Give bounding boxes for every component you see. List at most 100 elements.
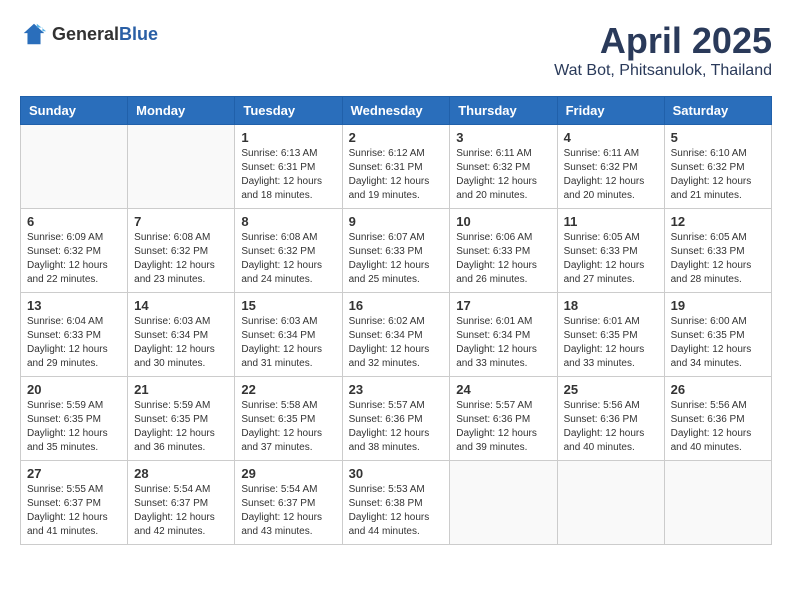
day-info: Sunrise: 5:54 AM Sunset: 6:37 PM Dayligh… xyxy=(241,483,335,539)
day-info: Sunrise: 6:01 AM Sunset: 6:35 PM Dayligh… xyxy=(564,315,658,371)
day-info: Sunrise: 6:05 AM Sunset: 6:33 PM Dayligh… xyxy=(564,231,658,287)
day-number: 8 xyxy=(241,214,335,229)
calendar-cell: 5 Sunrise: 6:10 AM Sunset: 6:32 PM Daylig… xyxy=(664,125,771,209)
logo-blue: Blue xyxy=(119,24,158,44)
calendar-cell: 20 Sunrise: 5:59 AM Sunset: 6:35 PM Dayli… xyxy=(21,377,128,461)
calendar-cell xyxy=(450,461,557,545)
day-number: 22 xyxy=(241,382,335,397)
page-header: GeneralBlue April 2025 Wat Bot, Phitsanu… xyxy=(20,20,772,80)
day-number: 12 xyxy=(671,214,765,229)
calendar-cell: 30 Sunrise: 5:53 AM Sunset: 6:38 PM Dayli… xyxy=(342,461,450,545)
title-area: April 2025 Wat Bot, Phitsanulok, Thailan… xyxy=(554,20,772,80)
calendar-cell xyxy=(21,125,128,209)
day-info: Sunrise: 6:12 AM Sunset: 6:31 PM Dayligh… xyxy=(349,147,444,203)
day-info: Sunrise: 6:02 AM Sunset: 6:34 PM Dayligh… xyxy=(349,315,444,371)
calendar-cell: 16 Sunrise: 6:02 AM Sunset: 6:34 PM Dayli… xyxy=(342,293,450,377)
calendar-cell: 15Sunrise: 6:03 AM Sunset: 6:34 PM Dayli… xyxy=(235,293,342,377)
day-info: Sunrise: 5:53 AM Sunset: 6:38 PM Dayligh… xyxy=(349,483,444,539)
weekday-header: Saturday xyxy=(664,97,771,125)
calendar-cell: 13 Sunrise: 6:04 AM Sunset: 6:33 PM Dayli… xyxy=(21,293,128,377)
day-number: 30 xyxy=(349,466,444,481)
day-info: Sunrise: 6:07 AM Sunset: 6:33 PM Dayligh… xyxy=(349,231,444,287)
calendar-cell: 7Sunrise: 6:08 AM Sunset: 6:32 PM Daylig… xyxy=(128,209,235,293)
day-info: Sunrise: 5:59 AM Sunset: 6:35 PM Dayligh… xyxy=(27,399,121,455)
day-number: 21 xyxy=(134,382,228,397)
day-info: Sunrise: 6:00 AM Sunset: 6:35 PM Dayligh… xyxy=(671,315,765,371)
day-number: 13 xyxy=(27,298,121,313)
day-number: 16 xyxy=(349,298,444,313)
day-number: 25 xyxy=(564,382,658,397)
day-info: Sunrise: 6:03 AM Sunset: 6:34 PM Dayligh… xyxy=(134,315,228,371)
calendar-cell: 3Sunrise: 6:11 AM Sunset: 6:32 PM Daylig… xyxy=(450,125,557,209)
calendar-cell xyxy=(664,461,771,545)
day-number: 11 xyxy=(564,214,658,229)
day-number: 29 xyxy=(241,466,335,481)
calendar-cell: 23 Sunrise: 5:57 AM Sunset: 6:36 PM Dayli… xyxy=(342,377,450,461)
calendar-week-row: 1 Sunrise: 6:13 AM Sunset: 6:31 PM Daylig… xyxy=(21,125,772,209)
day-number: 9 xyxy=(349,214,444,229)
day-info: Sunrise: 6:11 AM Sunset: 6:32 PM Dayligh… xyxy=(564,147,658,203)
calendar-cell: 21 Sunrise: 5:59 AM Sunset: 6:35 PM Dayli… xyxy=(128,377,235,461)
day-info: Sunrise: 6:04 AM Sunset: 6:33 PM Dayligh… xyxy=(27,315,121,371)
day-number: 3 xyxy=(456,130,550,145)
day-info: Sunrise: 5:56 AM Sunset: 6:36 PM Dayligh… xyxy=(671,399,765,455)
calendar-cell: 29 Sunrise: 5:54 AM Sunset: 6:37 PM Dayli… xyxy=(235,461,342,545)
day-number: 17 xyxy=(456,298,550,313)
calendar-cell: 14 Sunrise: 6:03 AM Sunset: 6:34 PM Dayli… xyxy=(128,293,235,377)
calendar-cell: 4 Sunrise: 6:11 AM Sunset: 6:32 PM Daylig… xyxy=(557,125,664,209)
calendar-cell: 6Sunrise: 6:09 AM Sunset: 6:32 PM Daylig… xyxy=(21,209,128,293)
logo-text: GeneralBlue xyxy=(52,24,158,45)
calendar-cell: 25 Sunrise: 5:56 AM Sunset: 6:36 PM Dayli… xyxy=(557,377,664,461)
calendar-cell: 18 Sunrise: 6:01 AM Sunset: 6:35 PM Dayli… xyxy=(557,293,664,377)
day-info: Sunrise: 5:57 AM Sunset: 6:36 PM Dayligh… xyxy=(456,399,550,455)
day-number: 20 xyxy=(27,382,121,397)
day-info: Sunrise: 6:05 AM Sunset: 6:33 PM Dayligh… xyxy=(671,231,765,287)
day-number: 18 xyxy=(564,298,658,313)
day-info: Sunrise: 6:08 AM Sunset: 6:32 PM Dayligh… xyxy=(241,231,335,287)
day-info: Sunrise: 6:10 AM Sunset: 6:32 PM Dayligh… xyxy=(671,147,765,203)
day-number: 10 xyxy=(456,214,550,229)
weekday-header: Wednesday xyxy=(342,97,450,125)
calendar-cell: 8 Sunrise: 6:08 AM Sunset: 6:32 PM Daylig… xyxy=(235,209,342,293)
location-title: Wat Bot, Phitsanulok, Thailand xyxy=(554,62,772,80)
day-number: 14 xyxy=(134,298,228,313)
calendar-week-row: 20 Sunrise: 5:59 AM Sunset: 6:35 PM Dayli… xyxy=(21,377,772,461)
calendar-cell: 26 Sunrise: 5:56 AM Sunset: 6:36 PM Dayli… xyxy=(664,377,771,461)
day-number: 19 xyxy=(671,298,765,313)
weekday-header: Thursday xyxy=(450,97,557,125)
day-number: 23 xyxy=(349,382,444,397)
day-number: 28 xyxy=(134,466,228,481)
weekday-header: Monday xyxy=(128,97,235,125)
month-title: April 2025 xyxy=(554,20,772,62)
day-info: Sunrise: 5:58 AM Sunset: 6:35 PM Dayligh… xyxy=(241,399,335,455)
calendar-week-row: 6Sunrise: 6:09 AM Sunset: 6:32 PM Daylig… xyxy=(21,209,772,293)
day-info: Sunrise: 5:59 AM Sunset: 6:35 PM Dayligh… xyxy=(134,399,228,455)
day-number: 1 xyxy=(241,130,335,145)
day-number: 6 xyxy=(27,214,121,229)
calendar-cell: 2Sunrise: 6:12 AM Sunset: 6:31 PM Daylig… xyxy=(342,125,450,209)
day-info: Sunrise: 5:57 AM Sunset: 6:36 PM Dayligh… xyxy=(349,399,444,455)
day-info: Sunrise: 5:56 AM Sunset: 6:36 PM Dayligh… xyxy=(564,399,658,455)
calendar-cell xyxy=(128,125,235,209)
calendar-cell: 27 Sunrise: 5:55 AM Sunset: 6:37 PM Dayli… xyxy=(21,461,128,545)
day-number: 5 xyxy=(671,130,765,145)
day-number: 26 xyxy=(671,382,765,397)
calendar-cell xyxy=(557,461,664,545)
day-info: Sunrise: 6:06 AM Sunset: 6:33 PM Dayligh… xyxy=(456,231,550,287)
day-info: Sunrise: 6:13 AM Sunset: 6:31 PM Dayligh… xyxy=(241,147,335,203)
calendar-cell: 24 Sunrise: 5:57 AM Sunset: 6:36 PM Dayli… xyxy=(450,377,557,461)
weekday-header: Sunday xyxy=(21,97,128,125)
calendar-cell: 1 Sunrise: 6:13 AM Sunset: 6:31 PM Daylig… xyxy=(235,125,342,209)
calendar-cell: 17 Sunrise: 6:01 AM Sunset: 6:34 PM Dayli… xyxy=(450,293,557,377)
day-info: Sunrise: 5:55 AM Sunset: 6:37 PM Dayligh… xyxy=(27,483,121,539)
weekday-header: Tuesday xyxy=(235,97,342,125)
day-number: 27 xyxy=(27,466,121,481)
calendar-cell: 28Sunrise: 5:54 AM Sunset: 6:37 PM Dayli… xyxy=(128,461,235,545)
calendar-cell: 22 Sunrise: 5:58 AM Sunset: 6:35 PM Dayli… xyxy=(235,377,342,461)
day-info: Sunrise: 6:03 AM Sunset: 6:34 PM Dayligh… xyxy=(241,315,335,371)
weekday-header: Friday xyxy=(557,97,664,125)
day-number: 4 xyxy=(564,130,658,145)
day-number: 24 xyxy=(456,382,550,397)
calendar-cell: 9 Sunrise: 6:07 AM Sunset: 6:33 PM Daylig… xyxy=(342,209,450,293)
day-info: Sunrise: 6:01 AM Sunset: 6:34 PM Dayligh… xyxy=(456,315,550,371)
